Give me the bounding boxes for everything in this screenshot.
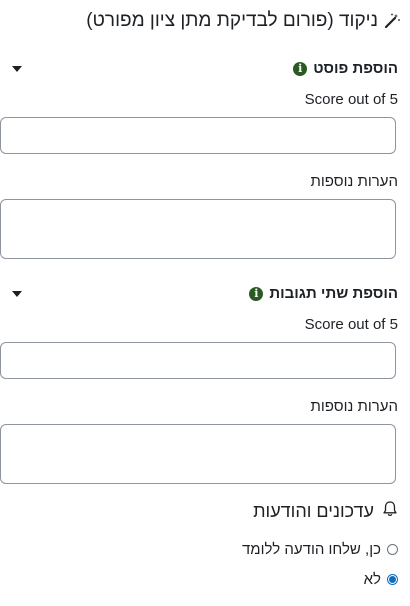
score-input[interactable] xyxy=(0,342,396,379)
notifications-header: עדכונים והודעות xyxy=(253,500,398,522)
page-title: ניקוד (פורום לבדיקת מתן ציון מפורט) xyxy=(86,10,378,31)
magic-wand-icon xyxy=(384,13,400,29)
collapse-caret-icon[interactable] xyxy=(12,291,22,297)
notifications-title: עדכונים והודעות xyxy=(253,500,374,521)
notify-no-option[interactable]: לא xyxy=(364,571,398,588)
collapse-caret-icon[interactable] xyxy=(12,66,22,72)
section-title: הוספת פוסט xyxy=(313,60,398,77)
section-title: הוספת שתי תגובות xyxy=(269,285,398,302)
section-header-add-two-replies[interactable]: הוספת שתי תגובות i xyxy=(249,285,398,302)
remarks-label: הערות נוספות xyxy=(310,173,398,190)
page-title-row: ניקוד (פורום לבדיקת מתן ציון מפורט) xyxy=(86,10,400,32)
radio-button[interactable] xyxy=(387,544,398,555)
radio-label: לא xyxy=(363,571,381,588)
notify-yes-option[interactable]: כן, שלחו הודעה ללומד xyxy=(242,541,398,558)
score-label: Score out of 5 xyxy=(304,91,398,108)
radio-label: כן, שלחו הודעה ללומד xyxy=(241,541,381,558)
score-input[interactable] xyxy=(0,117,396,154)
remarks-textarea[interactable] xyxy=(0,424,396,484)
bell-icon xyxy=(382,500,398,522)
section-header-add-post[interactable]: הוספת פוסט i xyxy=(293,60,398,77)
radio-button[interactable] xyxy=(387,574,398,585)
remarks-textarea[interactable] xyxy=(0,199,396,259)
info-icon[interactable]: i xyxy=(249,286,264,301)
score-label: Score out of 5 xyxy=(304,316,398,333)
remarks-label: הערות נוספות xyxy=(310,398,398,415)
info-icon[interactable]: i xyxy=(293,61,308,76)
